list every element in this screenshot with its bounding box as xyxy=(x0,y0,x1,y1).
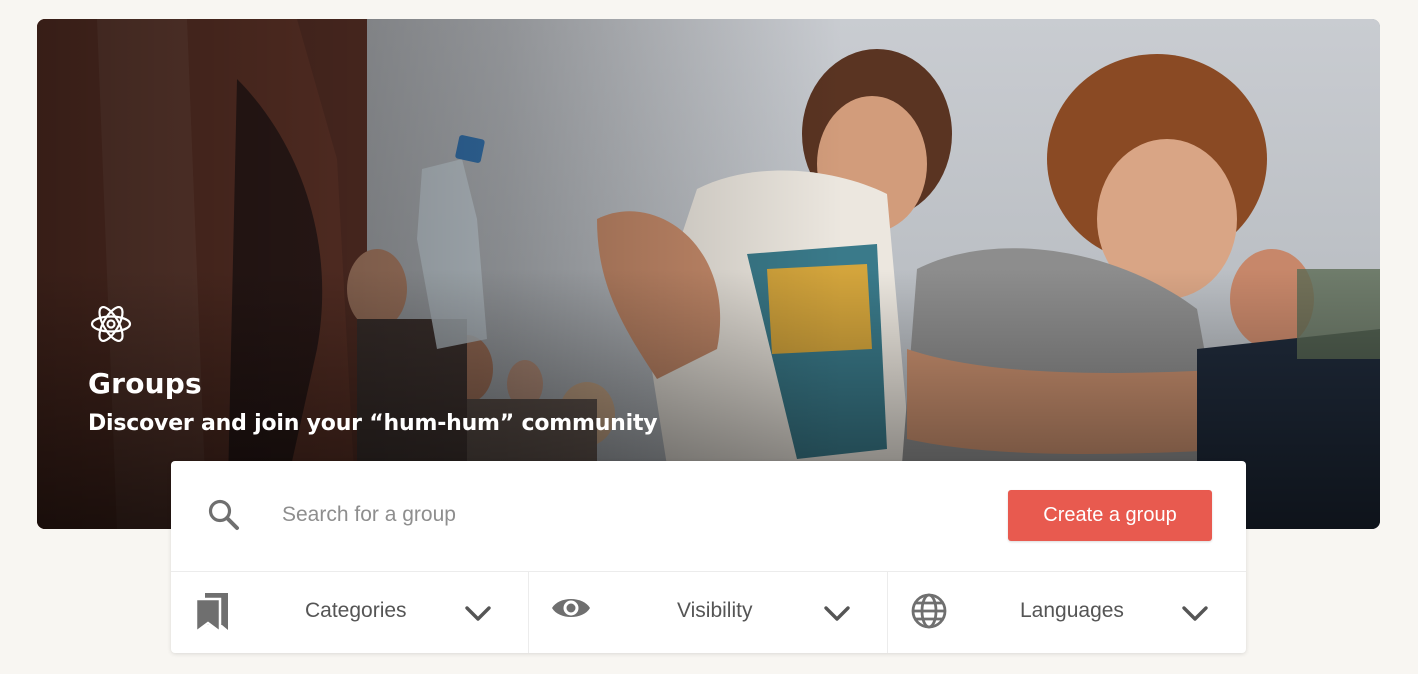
chevron-down-icon xyxy=(1182,606,1208,621)
atom-icon xyxy=(90,306,132,342)
visibility-filter[interactable]: Visibility xyxy=(528,572,887,653)
languages-filter[interactable]: Languages xyxy=(887,572,1246,653)
languages-label: Languages xyxy=(1020,599,1124,622)
bookmarks-icon xyxy=(194,593,228,634)
eye-icon xyxy=(552,599,590,617)
chevron-down-icon xyxy=(465,606,491,621)
chevron-down-icon xyxy=(824,606,850,621)
search-card: Create a group Categories Visibility xyxy=(171,461,1246,653)
page-title: Groups xyxy=(88,367,202,400)
search-icon[interactable] xyxy=(206,497,242,533)
visibility-label: Visibility xyxy=(677,599,753,622)
globe-icon xyxy=(911,593,947,629)
create-group-button[interactable]: Create a group xyxy=(1008,490,1212,541)
search-row: Create a group xyxy=(171,461,1246,572)
page-subtitle: Discover and join your “hum-hum” communi… xyxy=(88,411,658,436)
categories-filter[interactable]: Categories xyxy=(171,572,528,653)
categories-label: Categories xyxy=(305,599,407,622)
hero-banner: Groups Discover and join your “hum-hum” … xyxy=(37,19,1380,529)
filter-row: Categories Visibility Languages xyxy=(171,572,1246,653)
search-input[interactable] xyxy=(279,493,885,537)
